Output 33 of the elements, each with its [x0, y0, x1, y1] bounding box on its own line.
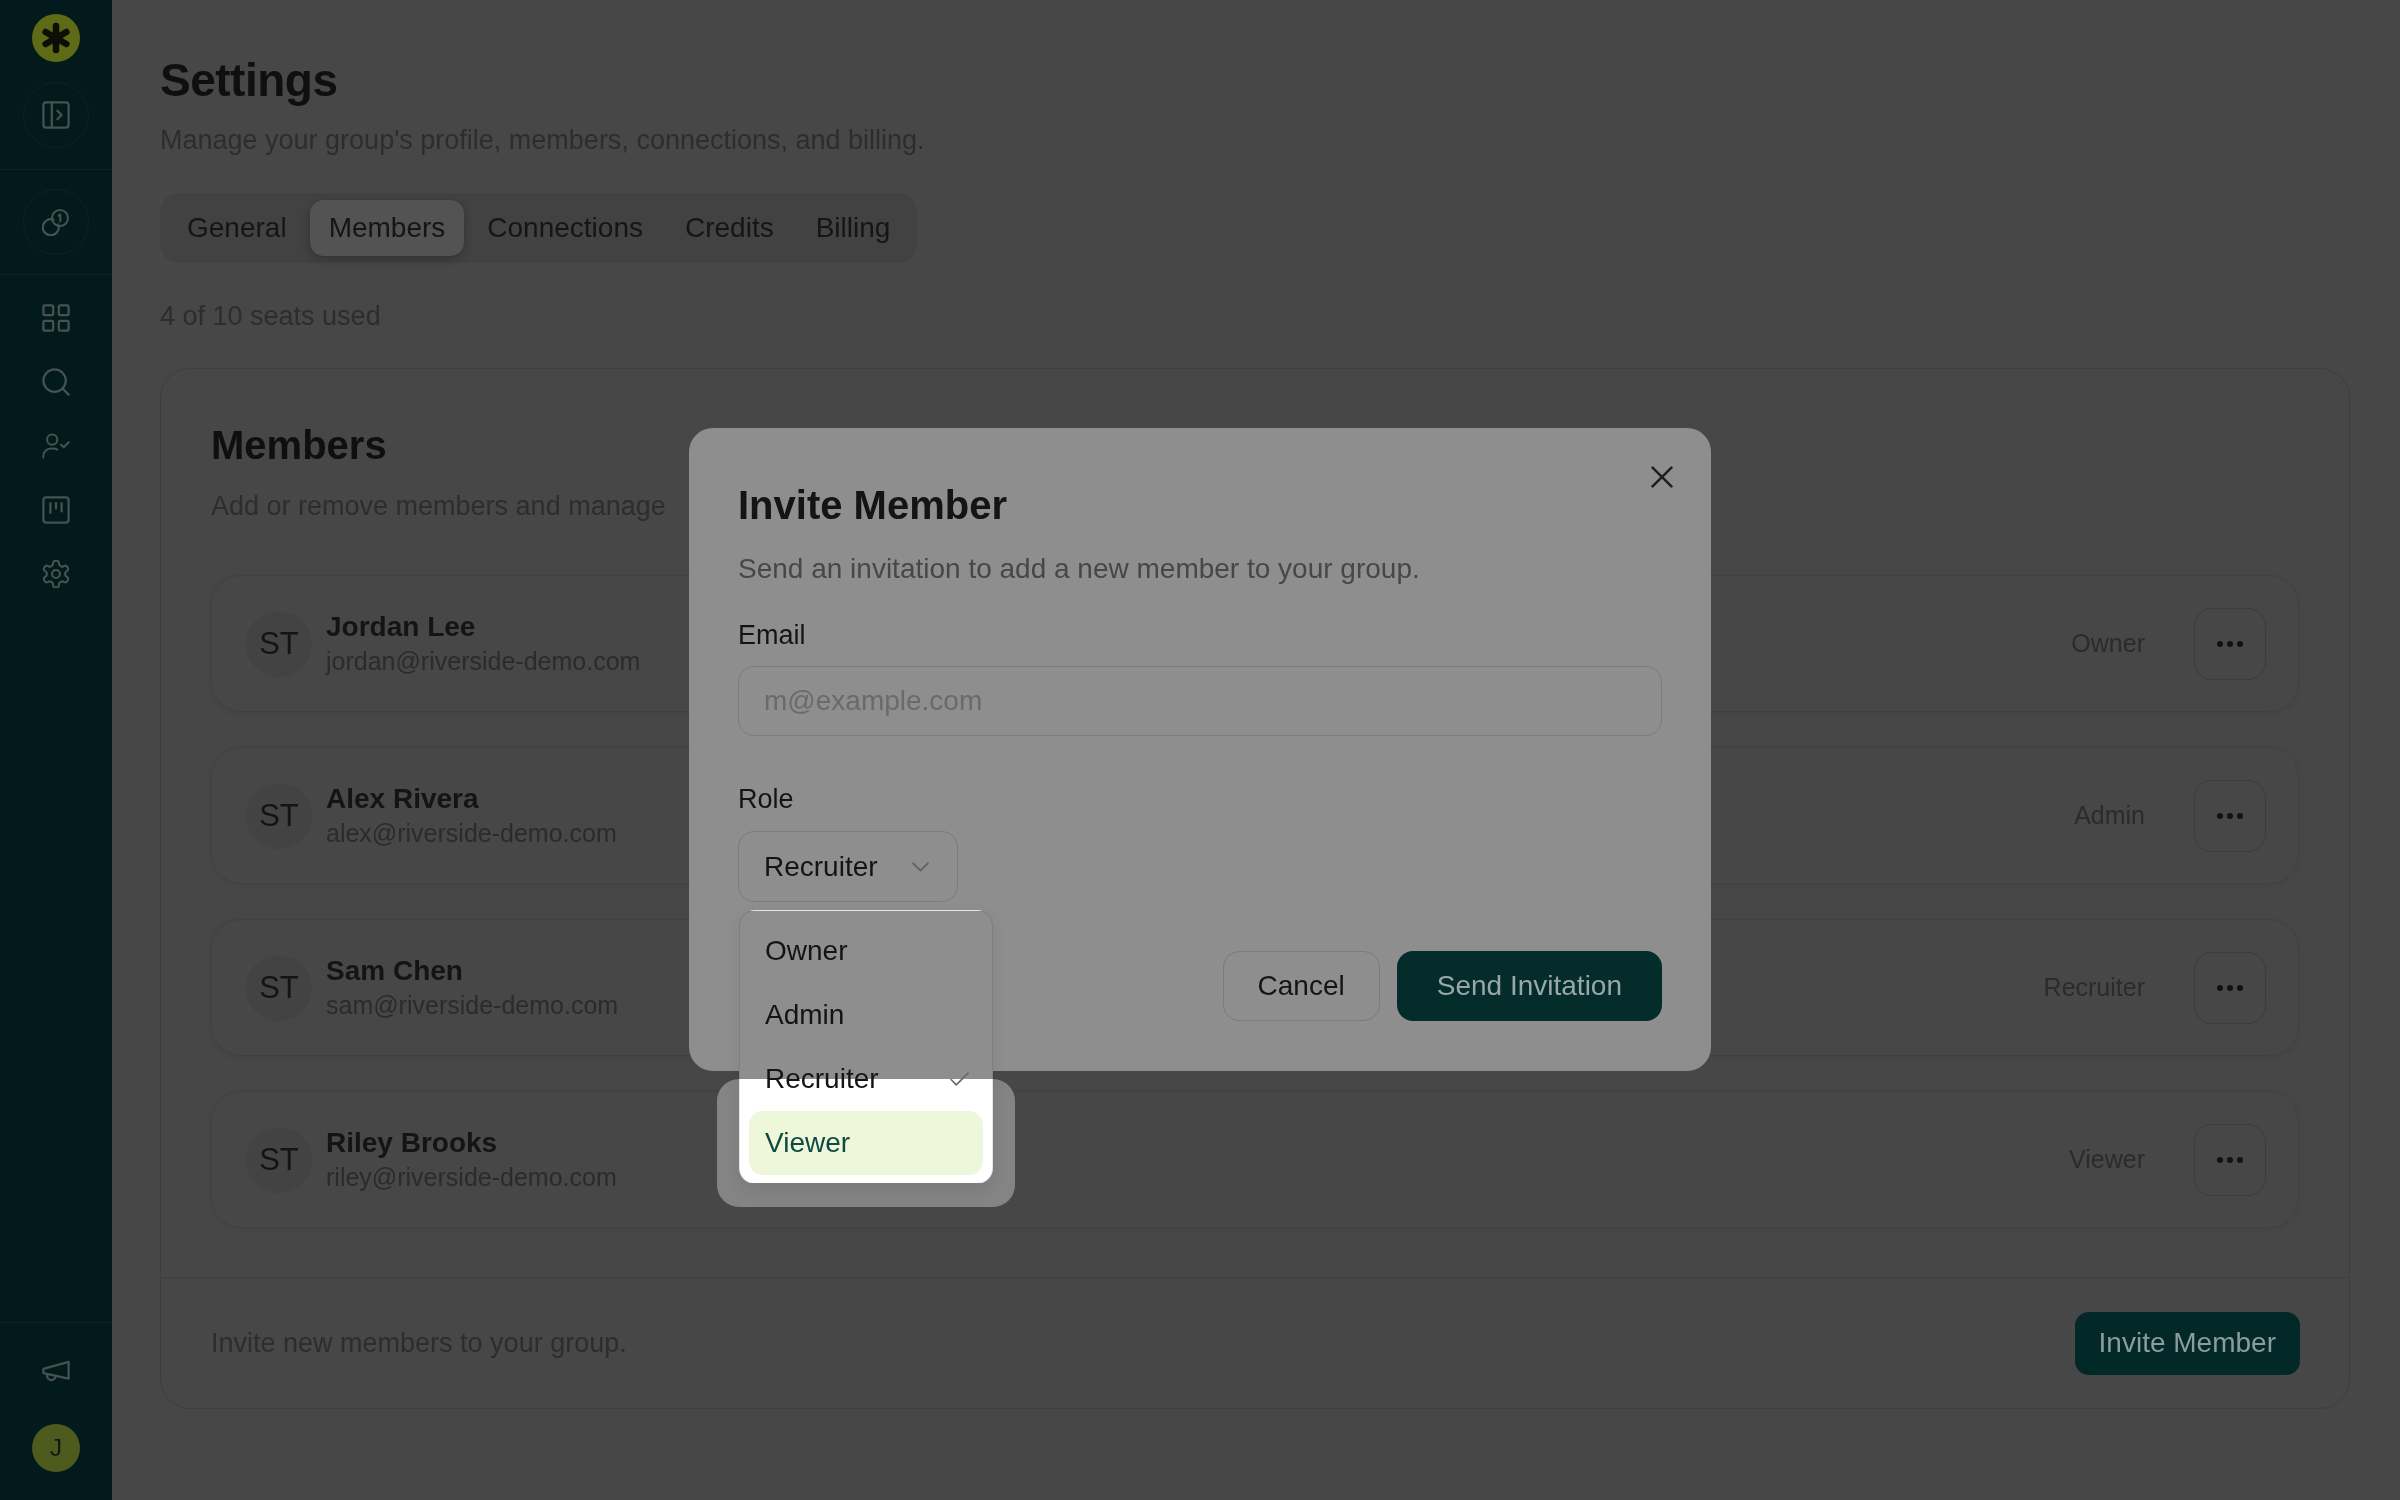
check-icon — [950, 1072, 969, 1086]
menu-option[interactable]: Owner — [749, 919, 983, 983]
user-check-icon[interactable] — [42, 432, 70, 460]
page-title: Settings — [160, 53, 338, 108]
invite-member-button[interactable]: Invite Member — [2074, 1311, 2300, 1375]
search-icon[interactable] — [42, 368, 70, 396]
dialog-description: Send an invitation to add a new member to your group. — [738, 552, 1420, 586]
board-icon[interactable] — [42, 496, 70, 524]
more-button[interactable] — [2194, 1123, 2266, 1196]
menu-option[interactable]: Recruiter — [749, 1047, 983, 1111]
ellipsis-icon — [2217, 984, 2243, 991]
card-title: Members — [211, 422, 387, 469]
field-label: Role — [738, 783, 794, 816]
settings-icon[interactable] — [42, 560, 70, 588]
more-button[interactable] — [2194, 607, 2266, 680]
more-button[interactable] — [2194, 779, 2266, 852]
more-button[interactable] — [2194, 951, 2266, 1024]
ellipsis-icon — [2217, 640, 2243, 647]
grid-icon[interactable] — [42, 304, 70, 332]
field-label: Email — [738, 619, 806, 652]
role-select[interactable]: Recruiter — [738, 831, 958, 902]
coins-icon — [42, 208, 70, 236]
ellipsis-icon — [2217, 1156, 2243, 1163]
cancel-button[interactable]: Cancel — [1222, 951, 1380, 1021]
ellipsis-icon — [2217, 812, 2243, 819]
logo-icon[interactable] — [32, 14, 80, 62]
send-invitation-button[interactable]: Send Invitation — [1396, 951, 1662, 1021]
sidebar-toggle-icon — [42, 101, 70, 129]
chevron-down-icon — [912, 861, 929, 872]
menu-option[interactable]: Admin — [749, 983, 983, 1047]
menu-option[interactable]: Viewer — [749, 1111, 983, 1175]
dialog-title: Invite Member — [738, 482, 1007, 529]
close-icon[interactable] — [1651, 466, 1673, 488]
